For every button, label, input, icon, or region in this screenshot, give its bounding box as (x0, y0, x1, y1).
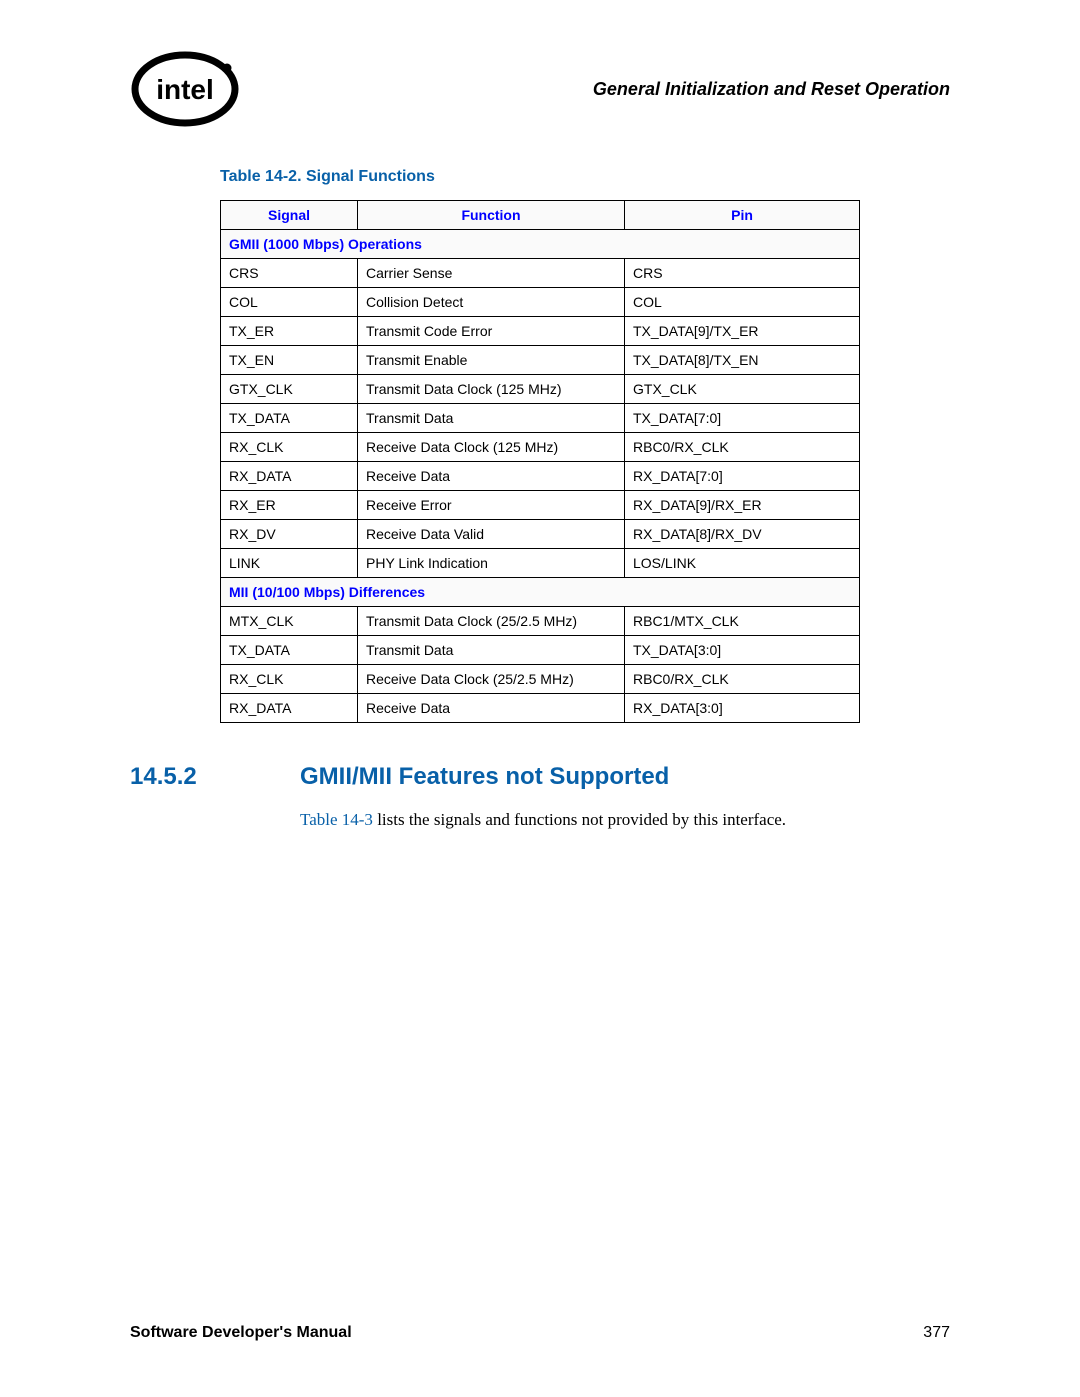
table-row: RX_ERReceive ErrorRX_DATA[9]/RX_ER (221, 491, 860, 520)
cell-function: Transmit Data Clock (125 MHz) (358, 375, 625, 404)
table-row: RX_DVReceive Data ValidRX_DATA[8]/RX_DV (221, 520, 860, 549)
chapter-title: General Initialization and Reset Operati… (593, 79, 950, 100)
body-rest: lists the signals and functions not prov… (373, 810, 786, 829)
cell-signal: RX_DV (221, 520, 358, 549)
cell-signal: RX_ER (221, 491, 358, 520)
cell-pin: RBC1/MTX_CLK (625, 607, 860, 636)
section-title: GMII/MII Features not Supported (300, 763, 669, 790)
signal-functions-table: Signal Function Pin GMII (1000 Mbps) Ope… (220, 200, 860, 723)
table-row: TX_ENTransmit EnableTX_DATA[8]/TX_EN (221, 346, 860, 375)
cell-function: PHY Link Indication (358, 549, 625, 578)
cell-function: Receive Error (358, 491, 625, 520)
cell-pin: RBC0/RX_CLK (625, 433, 860, 462)
table-row: TX_DATATransmit DataTX_DATA[3:0] (221, 636, 860, 665)
section-title-mii: MII (10/100 Mbps) Differences (221, 578, 860, 607)
col-signal: Signal (221, 201, 358, 230)
table-row: COLCollision DetectCOL (221, 288, 860, 317)
cell-function: Transmit Code Error (358, 317, 625, 346)
cell-signal: RX_DATA (221, 462, 358, 491)
cell-pin: RX_DATA[7:0] (625, 462, 860, 491)
cell-function: Transmit Data Clock (25/2.5 MHz) (358, 607, 625, 636)
cell-signal: TX_ER (221, 317, 358, 346)
cell-function: Transmit Enable (358, 346, 625, 375)
table-row: RX_DATAReceive DataRX_DATA[3:0] (221, 694, 860, 723)
cell-pin: RX_DATA[8]/RX_DV (625, 520, 860, 549)
cell-function: Transmit Data (358, 404, 625, 433)
table-row: CRSCarrier SenseCRS (221, 259, 860, 288)
intel-logo: intel (130, 50, 240, 128)
col-pin: Pin (625, 201, 860, 230)
table-reference-link[interactable]: Table 14-3 (300, 810, 373, 829)
page-number: 377 (923, 1324, 950, 1342)
table-row: TX_DATATransmit DataTX_DATA[7:0] (221, 404, 860, 433)
cell-function: Receive Data Clock (125 MHz) (358, 433, 625, 462)
section-title-gmii: GMII (1000 Mbps) Operations (221, 230, 860, 259)
section-heading: 14.5.2GMII/MII Features not Supported (130, 763, 950, 791)
table-title: Table 14-2. Signal Functions (220, 168, 950, 186)
cell-signal: COL (221, 288, 358, 317)
cell-pin: RBC0/RX_CLK (625, 665, 860, 694)
section-row-gmii: GMII (1000 Mbps) Operations (221, 230, 860, 259)
footer-title: Software Developer's Manual (130, 1324, 352, 1342)
cell-signal: CRS (221, 259, 358, 288)
table-row: RX_CLKReceive Data Clock (25/2.5 MHz)RBC… (221, 665, 860, 694)
cell-signal: RX_CLK (221, 433, 358, 462)
cell-signal: RX_CLK (221, 665, 358, 694)
table-row: RX_CLKReceive Data Clock (125 MHz)RBC0/R… (221, 433, 860, 462)
cell-pin: COL (625, 288, 860, 317)
col-function: Function (358, 201, 625, 230)
cell-pin: GTX_CLK (625, 375, 860, 404)
table-row: GTX_CLKTransmit Data Clock (125 MHz)GTX_… (221, 375, 860, 404)
section-row-mii: MII (10/100 Mbps) Differences (221, 578, 860, 607)
cell-function: Carrier Sense (358, 259, 625, 288)
cell-signal: TX_DATA (221, 404, 358, 433)
table-header-row: Signal Function Pin (221, 201, 860, 230)
cell-pin: RX_DATA[9]/RX_ER (625, 491, 860, 520)
page-footer: Software Developer's Manual 377 (130, 1324, 950, 1342)
cell-function: Collision Detect (358, 288, 625, 317)
page-header: intel General Initialization and Reset O… (130, 50, 950, 128)
page: intel General Initialization and Reset O… (0, 0, 1080, 1397)
cell-pin: CRS (625, 259, 860, 288)
cell-signal: TX_DATA (221, 636, 358, 665)
cell-function: Receive Data Clock (25/2.5 MHz) (358, 665, 625, 694)
cell-signal: RX_DATA (221, 694, 358, 723)
cell-pin: TX_DATA[7:0] (625, 404, 860, 433)
table-row: TX_ERTransmit Code ErrorTX_DATA[9]/TX_ER (221, 317, 860, 346)
section-number: 14.5.2 (130, 763, 300, 791)
cell-signal: TX_EN (221, 346, 358, 375)
table-row: LINKPHY Link IndicationLOS/LINK (221, 549, 860, 578)
cell-signal: MTX_CLK (221, 607, 358, 636)
table-row: RX_DATAReceive DataRX_DATA[7:0] (221, 462, 860, 491)
svg-text:intel: intel (156, 74, 214, 105)
table-row: MTX_CLKTransmit Data Clock (25/2.5 MHz)R… (221, 607, 860, 636)
cell-signal: GTX_CLK (221, 375, 358, 404)
cell-function: Receive Data Valid (358, 520, 625, 549)
cell-pin: LOS/LINK (625, 549, 860, 578)
cell-pin: TX_DATA[8]/TX_EN (625, 346, 860, 375)
body-paragraph: Table 14-3 lists the signals and functio… (300, 809, 950, 831)
cell-function: Receive Data (358, 462, 625, 491)
cell-function: Receive Data (358, 694, 625, 723)
cell-pin: TX_DATA[9]/TX_ER (625, 317, 860, 346)
cell-signal: LINK (221, 549, 358, 578)
cell-pin: TX_DATA[3:0] (625, 636, 860, 665)
cell-pin: RX_DATA[3:0] (625, 694, 860, 723)
cell-function: Transmit Data (358, 636, 625, 665)
